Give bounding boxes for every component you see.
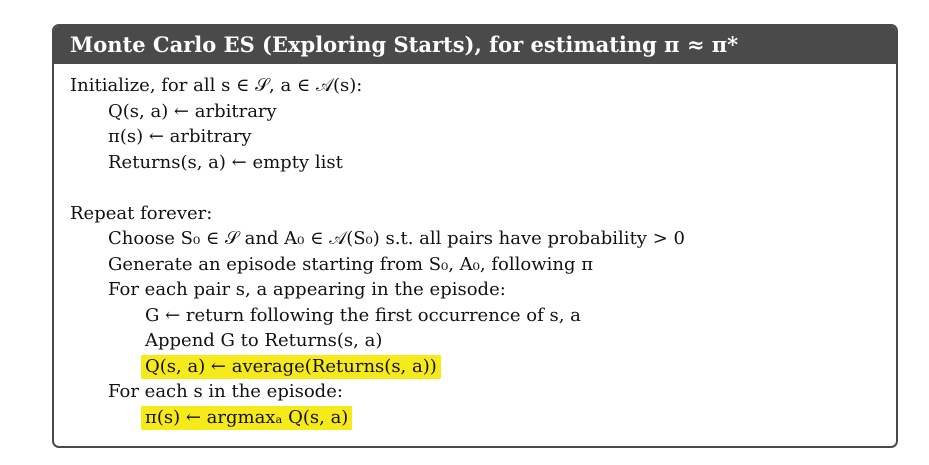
q-update-highlight: Q(s, a) ← average(Returns(s, a)): [141, 354, 441, 379]
for-each-state-line: For each s in the episode:: [108, 381, 343, 402]
q-update-line: Q(s, a) ← average(Returns(s, a)): [54, 354, 896, 380]
append-returns-line: Append G to Returns(s, a): [145, 330, 383, 351]
pi-update-line: π(s) ← argmaxₐ Q(s, a): [54, 405, 896, 431]
for-each-pair-line: For each pair s, a appearing in the epis…: [108, 279, 506, 300]
algorithm-title: Monte Carlo ES (Exploring Starts), for e…: [54, 26, 896, 64]
algorithm-box: Monte Carlo ES (Exploring Starts), for e…: [52, 24, 898, 448]
algorithm-body: Initialize, for all s ∈ 𝒮, a ∈ 𝒜(s): Q(s…: [54, 64, 896, 430]
init-q-line: Q(s, a) ← arbitrary: [108, 100, 277, 122]
generate-episode-line: Generate an episode starting from S₀, A₀…: [108, 253, 594, 275]
init-heading: Initialize, for all s ∈ 𝒮, a ∈ 𝒜(s):: [70, 75, 363, 96]
init-returns-line: Returns(s, a) ← empty list: [108, 151, 343, 173]
g-assign-line: G ← return following the first occurrenc…: [145, 304, 581, 326]
pi-update-highlight: π(s) ← argmaxₐ Q(s, a): [141, 405, 353, 430]
init-pi-line: π(s) ← arbitrary: [108, 126, 252, 147]
blank-spacer: [54, 175, 896, 201]
choose-start-line: Choose S₀ ∈ 𝒮 and A₀ ∈ 𝒜(S₀) s.t. all pa…: [108, 228, 685, 249]
loop-heading: Repeat forever:: [70, 202, 213, 224]
